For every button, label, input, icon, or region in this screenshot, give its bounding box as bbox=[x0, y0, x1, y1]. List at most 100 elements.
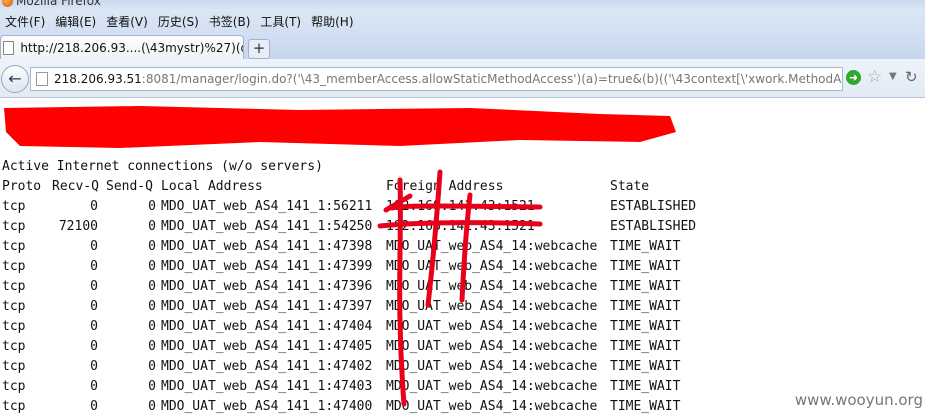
watermark: www.wooyun.org bbox=[792, 391, 925, 409]
header-recv-q: Recv-Q bbox=[52, 179, 99, 194]
cell-proto: tcp bbox=[2, 239, 26, 254]
connection-row: tcp 0 0 MDO_UAT_web_AS4_141_1:47398 MDO_UAT_… bbox=[2, 237, 922, 257]
connection-row: tcp 0 0 MDO_UAT_web_AS4_141_1:47396 MDO_UAT_… bbox=[2, 277, 922, 297]
output-heading: Active Internet connections (w/o servers… bbox=[2, 159, 323, 174]
cell-foreign-address: 192.168.141.43:1521 bbox=[386, 219, 535, 234]
connection-row: tcp 0 0 MDO_UAT_web_AS4_141_1:47399 MDO_UAT_… bbox=[2, 257, 922, 277]
cell-proto: tcp bbox=[2, 379, 26, 394]
menu-edit[interactable]: 编辑(E) bbox=[50, 13, 101, 30]
cell-foreign-address: MDO_UAT_web_AS4_14:webcache bbox=[386, 399, 598, 414]
cell-send-q: 0 bbox=[148, 259, 156, 274]
menu-help[interactable]: 帮助(H) bbox=[306, 13, 358, 30]
cell-proto: tcp bbox=[2, 299, 26, 314]
cell-recv-q: 0 bbox=[90, 239, 98, 254]
cell-proto: tcp bbox=[2, 319, 26, 334]
chevron-down-icon[interactable]: ▼ bbox=[889, 71, 897, 82]
cell-foreign-address: MDO_UAT_web_AS4_14:webcache bbox=[386, 259, 598, 274]
cell-proto: tcp bbox=[2, 279, 26, 294]
cell-send-q: 0 bbox=[148, 279, 156, 294]
cell-state: TIME_WAIT bbox=[610, 259, 681, 274]
address-bar[interactable]: 218.206.93.51:8081/manager/login.do?('\4… bbox=[30, 67, 843, 91]
cell-proto: tcp bbox=[2, 259, 26, 274]
page-icon bbox=[3, 41, 15, 55]
menu-view[interactable]: 查看(V) bbox=[101, 13, 153, 30]
cell-state: TIME_WAIT bbox=[610, 279, 681, 294]
cell-local-address: MDO_UAT_web_AS4_141_1:47396 bbox=[161, 279, 373, 294]
cell-recv-q: 0 bbox=[90, 339, 98, 354]
menu-bar: 文件(F) 编辑(E) 查看(V) 历史(S) 书签(B) 工具(T) 帮助(H… bbox=[0, 10, 925, 33]
cell-foreign-address: MDO_UAT_web_AS4_14:webcache bbox=[386, 299, 598, 314]
header-local-address: Local Address bbox=[161, 179, 263, 194]
column-headers: Proto Recv-Q Send-Q Local Address Foreig… bbox=[2, 177, 922, 197]
back-button[interactable]: ← bbox=[1, 65, 29, 93]
cell-proto: tcp bbox=[2, 399, 26, 414]
cell-local-address: MDO_UAT_web_AS4_141_1:47402 bbox=[161, 359, 373, 374]
refresh-icon[interactable]: ↻ bbox=[905, 68, 918, 86]
cell-proto: tcp bbox=[2, 219, 26, 234]
cell-foreign-address: MDO_UAT_web_AS4_14:webcache bbox=[386, 339, 598, 354]
cell-local-address: MDO_UAT_web_AS4_141_1:47397 bbox=[161, 299, 373, 314]
cell-foreign-address: 192.168.141.43:1521 bbox=[386, 199, 535, 214]
cell-recv-q: 0 bbox=[90, 379, 98, 394]
connection-row: tcp 0 0 MDO_UAT_web_AS4_141_1:47402 MDO_UAT_… bbox=[2, 357, 922, 377]
cell-send-q: 0 bbox=[148, 219, 156, 234]
cell-local-address: MDO_UAT_web_AS4_141_1:47398 bbox=[161, 239, 373, 254]
cell-state: TIME_WAIT bbox=[610, 239, 681, 254]
connection-row: tcp 0 0 MDO_UAT_web_AS4_141_1:47397 MDO_UAT_… bbox=[2, 297, 922, 317]
cell-recv-q: 0 bbox=[90, 319, 98, 334]
cell-state: TIME_WAIT bbox=[610, 379, 681, 394]
cell-state: TIME_WAIT bbox=[610, 299, 681, 314]
header-send-q: Send-Q bbox=[106, 179, 153, 194]
cell-state: TIME_WAIT bbox=[610, 359, 681, 374]
tab-active[interactable]: http://218.206.93....(\43mystr)%27)(d)) bbox=[0, 35, 244, 60]
tab-strip: http://218.206.93....(\43mystr)%27)(d)) … bbox=[0, 33, 925, 60]
url-path: :8081/manager/login.do?('\43_memberAcces… bbox=[141, 72, 842, 86]
new-tab-button[interactable]: + bbox=[248, 39, 270, 59]
cell-foreign-address: MDO_UAT_web_AS4_14:webcache bbox=[386, 379, 598, 394]
menu-file[interactable]: 文件(F) bbox=[0, 13, 50, 30]
connection-row: tcp 0 0 MDO_UAT_web_AS4_141_1:47403 MDO_UAT_… bbox=[2, 377, 922, 397]
cell-state: ESTABLISHED bbox=[610, 219, 697, 234]
go-arrow-icon[interactable]: ➜ bbox=[846, 70, 861, 85]
menu-bookmarks[interactable]: 书签(B) bbox=[204, 13, 256, 30]
connection-row: tcp 0 0 MDO_UAT_web_AS4_141_1:47404 MDO_UAT_… bbox=[2, 317, 922, 337]
cell-foreign-address: MDO_UAT_web_AS4_14:webcache bbox=[386, 279, 598, 294]
cell-foreign-address: MDO_UAT_web_AS4_14:webcache bbox=[386, 359, 598, 374]
cell-recv-q: 0 bbox=[90, 199, 98, 214]
url-host: 218.206.93.51 bbox=[54, 72, 142, 86]
tab-title: http://218.206.93....(\43mystr)%27)(d)) bbox=[20, 41, 243, 55]
cell-send-q: 0 bbox=[148, 399, 156, 414]
cell-recv-q: 0 bbox=[90, 279, 98, 294]
cell-recv-q: 0 bbox=[90, 359, 98, 374]
url-text: 218.206.93.51:8081/manager/login.do?('\4… bbox=[54, 72, 842, 86]
cell-recv-q: 0 bbox=[90, 259, 98, 274]
cell-proto: tcp bbox=[2, 199, 26, 214]
menu-history[interactable]: 历史(S) bbox=[153, 13, 204, 30]
cell-send-q: 0 bbox=[148, 359, 156, 374]
header-foreign-address: Foreign Address bbox=[386, 179, 504, 194]
window-titlebar: Mozilla Firefox bbox=[0, 0, 925, 10]
header-state: State bbox=[610, 179, 650, 194]
bookmark-star-icon[interactable]: ☆ bbox=[867, 67, 882, 87]
cell-state: TIME_WAIT bbox=[610, 399, 681, 414]
cell-send-q: 0 bbox=[148, 379, 156, 394]
cell-send-q: 0 bbox=[148, 299, 156, 314]
menu-tools[interactable]: 工具(T) bbox=[255, 13, 306, 30]
cell-local-address: MDO_UAT_web_AS4_141_1:47404 bbox=[161, 319, 373, 334]
cell-send-q: 0 bbox=[148, 339, 156, 354]
connection-row: tcp 72100 0 MDO_UAT_web_AS4_141_1:54250 192.… bbox=[2, 217, 922, 237]
cell-state: TIME_WAIT bbox=[610, 339, 681, 354]
cell-local-address: MDO_UAT_web_AS4_141_1:47400 bbox=[161, 399, 373, 414]
back-arrow-icon: ← bbox=[8, 69, 22, 88]
red-redaction-scribble bbox=[4, 106, 676, 148]
connection-row: tcp 0 0 MDO_UAT_web_AS4_141_1:56211 192.168.… bbox=[2, 197, 922, 217]
connection-row: tcp 0 0 MDO_UAT_web_AS4_141_1:47405 MDO_UAT_… bbox=[2, 337, 922, 357]
page-icon bbox=[36, 72, 48, 86]
cell-local-address: MDO_UAT_web_AS4_141_1:47403 bbox=[161, 379, 373, 394]
connection-rows: tcp 0 0 MDO_UAT_web_AS4_141_1:56211 192.168.… bbox=[2, 197, 922, 417]
cell-proto: tcp bbox=[2, 359, 26, 374]
cell-state: TIME_WAIT bbox=[610, 319, 681, 334]
connection-row: tcp 0 0 MDO_UAT_web_AS4_141_1:47400 MDO_UAT_… bbox=[2, 397, 922, 417]
cell-recv-q: 0 bbox=[90, 399, 98, 414]
header-proto: Proto bbox=[2, 179, 42, 194]
